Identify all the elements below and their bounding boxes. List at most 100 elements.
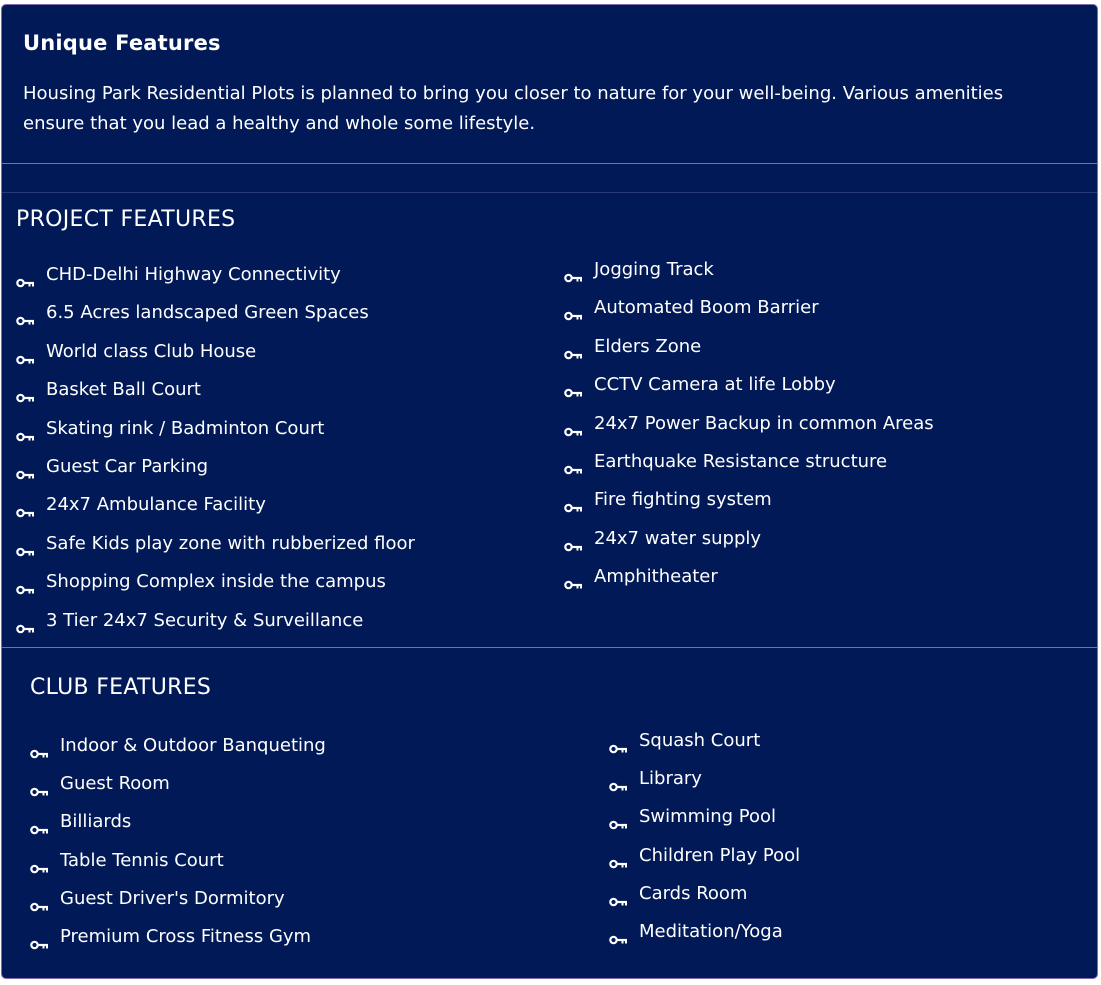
feature-item: CCTV Camera at life Lobby — [564, 372, 934, 410]
feature-label: 24x7 water supply — [594, 527, 762, 549]
key-icon — [564, 572, 583, 590]
feature-item: Shopping Complex inside the campus — [16, 569, 415, 607]
key-icon — [16, 270, 35, 288]
club-features-list-left: Indoor & Outdoor Banqueting Guest Room Bil… — [30, 733, 326, 962]
unique-features-section: Unique Features Housing Park Residential… — [2, 5, 1097, 164]
features-card: Unique Features Housing Park Residential… — [1, 4, 1098, 979]
key-icon — [564, 303, 583, 321]
feature-item: 24x7 Power Backup in common Areas — [564, 411, 934, 449]
key-icon — [564, 457, 583, 475]
key-icon — [609, 927, 628, 945]
key-icon — [609, 736, 628, 754]
key-icon — [16, 539, 35, 557]
key-icon — [30, 741, 49, 759]
key-icon — [609, 774, 628, 792]
feature-label: Billiards — [60, 811, 132, 833]
feature-label: Swimming Pool — [639, 806, 777, 828]
feature-label: Guest Car Parking — [46, 455, 209, 477]
feature-label: Table Tennis Court — [60, 849, 224, 871]
club-features-section: CLUB FEATURES Indoor & Outdoor Banquetin… — [2, 648, 1097, 978]
feature-label: Indoor & Outdoor Banqueting — [60, 735, 326, 756]
key-icon — [564, 342, 583, 360]
project-features-list-left: CHD-Delhi Highway Connectivity 6.5 Acres … — [16, 262, 415, 646]
key-icon — [30, 932, 49, 950]
feature-label: Guest Driver's Dormitory — [60, 887, 285, 909]
feature-label: Elders Zone — [594, 335, 702, 357]
feature-label: Automated Boom Barrier — [594, 297, 819, 319]
club-features-title: CLUB FEATURES — [30, 675, 212, 700]
feature-item: Fire fighting system — [564, 487, 934, 525]
feature-item: Premium Cross Fitness Gym — [30, 924, 326, 962]
key-icon — [564, 419, 583, 436]
feature-item: Earthquake Resistance structure — [564, 449, 934, 487]
key-icon — [16, 616, 35, 633]
key-icon — [564, 380, 583, 398]
project-features-section: PROJECT FEATURES CHD-Delhi Highway Conne… — [2, 193, 1097, 648]
key-icon — [609, 851, 628, 868]
key-icon — [30, 817, 49, 835]
feature-label: Premium Cross Fitness Gym — [60, 925, 312, 947]
feature-label: Library — [639, 768, 702, 790]
feature-label: CHD-Delhi Highway Connectivity — [46, 264, 341, 285]
feature-label: Shopping Complex inside the campus — [46, 571, 386, 593]
project-features-title: PROJECT FEATURES — [16, 207, 236, 232]
feature-item: Automated Boom Barrier — [564, 295, 934, 333]
feature-label: 24x7 Power Backup in common Areas — [594, 412, 934, 434]
key-icon — [609, 812, 628, 830]
key-icon — [564, 495, 583, 513]
key-icon — [16, 424, 35, 441]
section-divider — [2, 164, 1097, 193]
feature-item: Guest Car Parking — [16, 454, 415, 492]
feature-item: CHD-Delhi Highway Connectivity — [16, 262, 415, 300]
feature-item: Safe Kids play zone with rubberized floo… — [16, 531, 415, 569]
feature-label: World class Club House — [46, 340, 257, 362]
key-icon — [609, 889, 628, 907]
feature-item: Jogging Track — [564, 257, 934, 295]
key-icon — [16, 347, 35, 365]
feature-item: Squash Court — [609, 728, 800, 766]
club-features-list-right: Squash Court Library Swimming Pool Children… — [609, 728, 800, 957]
feature-label: Safe Kids play zone with rubberized floo… — [46, 532, 415, 554]
key-icon — [16, 308, 35, 326]
feature-item: Skating rink / Badminton Court — [16, 416, 415, 454]
feature-label: Fire fighting system — [594, 489, 772, 511]
feature-item: Amphitheater — [564, 564, 934, 602]
key-icon — [30, 779, 49, 797]
feature-item: 3 Tier 24x7 Security & Surveillance — [16, 608, 415, 646]
feature-label: 24x7 Ambulance Facility — [46, 494, 266, 516]
feature-label: 6.5 Acres landscaped Green Spaces — [46, 302, 369, 324]
feature-item: Swimming Pool — [609, 804, 800, 842]
feature-label: Earthquake Resistance structure — [594, 450, 888, 472]
key-icon — [564, 534, 583, 552]
feature-item: Indoor & Outdoor Banqueting — [30, 733, 326, 771]
feature-label: Skating rink / Badminton Court — [46, 417, 325, 439]
feature-label: CCTV Camera at life Lobby — [594, 374, 836, 396]
key-icon — [16, 385, 35, 403]
key-icon — [16, 462, 35, 480]
key-icon — [16, 577, 35, 595]
unique-features-description: Housing Park Residential Plots is planne… — [23, 83, 1004, 134]
feature-label: Squash Court — [639, 730, 761, 751]
feature-item: Basket Ball Court — [16, 377, 415, 415]
feature-item: Elders Zone — [564, 334, 934, 372]
feature-item: Children Play Pool — [609, 843, 800, 881]
feature-label: Amphitheater — [594, 566, 718, 588]
feature-item: Cards Room — [609, 881, 800, 919]
project-features-list-right: Jogging Track Automated Boom Barrier Elder… — [564, 257, 934, 603]
feature-label: Children Play Pool — [639, 844, 801, 866]
feature-label: Guest Room — [60, 773, 170, 795]
feature-label: 3 Tier 24x7 Security & Surveillance — [46, 609, 364, 631]
feature-item: Guest Driver's Dormitory — [30, 886, 326, 924]
feature-item: Library — [609, 766, 800, 804]
feature-item: 6.5 Acres landscaped Green Spaces — [16, 300, 415, 338]
feature-item: 24x7 Ambulance Facility — [16, 492, 415, 530]
feature-label: Meditation/Yoga — [639, 920, 783, 942]
feature-label: Cards Room — [639, 882, 748, 904]
feature-item: Table Tennis Court — [30, 848, 326, 886]
feature-label: Jogging Track — [594, 259, 714, 280]
feature-item: World class Club House — [16, 339, 415, 377]
key-icon — [30, 856, 49, 873]
feature-label: Basket Ball Court — [46, 379, 201, 401]
key-icon — [30, 894, 49, 912]
key-icon — [16, 500, 35, 518]
